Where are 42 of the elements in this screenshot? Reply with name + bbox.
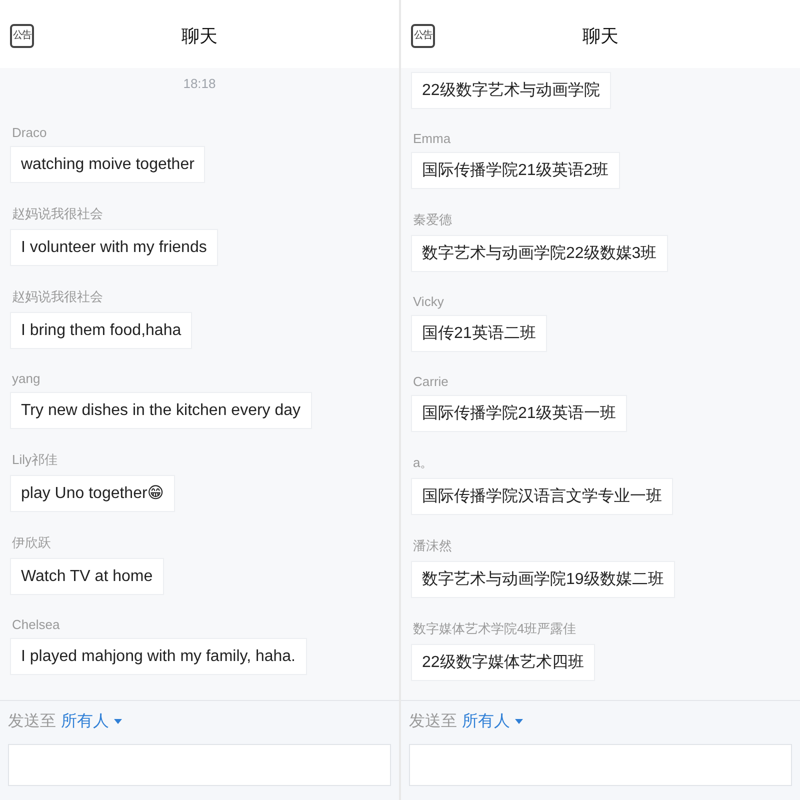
- message-bubble: Watch TV at home: [10, 558, 164, 595]
- message-bubble: play Uno together😁: [10, 475, 175, 512]
- message-bubble: 国际传播学院21级英语一班: [411, 395, 627, 432]
- sender-name: 伊欣跃: [12, 534, 51, 552]
- message-bubble: I bring them food,haha: [10, 312, 192, 349]
- send-to-label: 发送至: [8, 712, 56, 732]
- sender-name: a。: [413, 454, 434, 472]
- notice-icon[interactable]: 公告: [10, 24, 34, 48]
- message-bubble: 数字艺术与动画学院19级数媒二班: [411, 561, 675, 598]
- sender-name: 秦爱德: [413, 211, 452, 229]
- sender-name: 数字媒体艺术学院4班严露佳: [413, 620, 576, 638]
- timestamp: 18:18: [183, 76, 216, 91]
- message-bubble: I played mahjong with my family, haha.: [10, 638, 306, 675]
- message-bubble: 数字艺术与动画学院22级数媒3班: [411, 235, 668, 272]
- sender-name: Draco: [12, 125, 47, 140]
- sender-name: 赵妈说我很社会: [12, 288, 103, 306]
- message-input[interactable]: [409, 744, 792, 786]
- caret-icon: [515, 719, 523, 724]
- message-bubble: 22级数字媒体艺术四班: [411, 644, 595, 681]
- message-bubble: watching moive together: [10, 146, 206, 183]
- sender-name: yang: [12, 371, 40, 386]
- recipient-dropdown[interactable]: 所有人: [462, 711, 523, 732]
- message-bubble: 国际传播学院汉语言文学专业一班: [411, 478, 673, 515]
- sender-name: Vicky: [413, 294, 444, 309]
- chat-title: 聊天: [182, 26, 218, 46]
- chat-title: 聊天: [582, 26, 618, 46]
- sender-name: Lily祁佳: [12, 451, 58, 469]
- sender-name: 赵妈说我很社会: [12, 205, 103, 223]
- message-bubble: 国传21英语二班: [411, 315, 547, 352]
- sender-name: Emma: [413, 131, 451, 146]
- message-bubble: Try new dishes in the kitchen every day: [10, 392, 312, 429]
- message-bubble: I volunteer with my friends: [10, 229, 218, 266]
- sender-name: 潘沫然: [413, 537, 452, 555]
- notice-icon[interactable]: 公告: [411, 24, 435, 48]
- message-input[interactable]: [8, 744, 391, 786]
- sender-name: Chelsea: [12, 617, 60, 632]
- caret-icon: [114, 719, 122, 724]
- message-bubble: 22级数字艺术与动画学院: [411, 72, 611, 109]
- message-bubble: 国际传播学院21级英语2班: [411, 152, 620, 189]
- sender-name: Carrie: [413, 374, 448, 389]
- send-to-label: 发送至: [409, 712, 457, 732]
- recipient-dropdown[interactable]: 所有人: [61, 711, 122, 732]
